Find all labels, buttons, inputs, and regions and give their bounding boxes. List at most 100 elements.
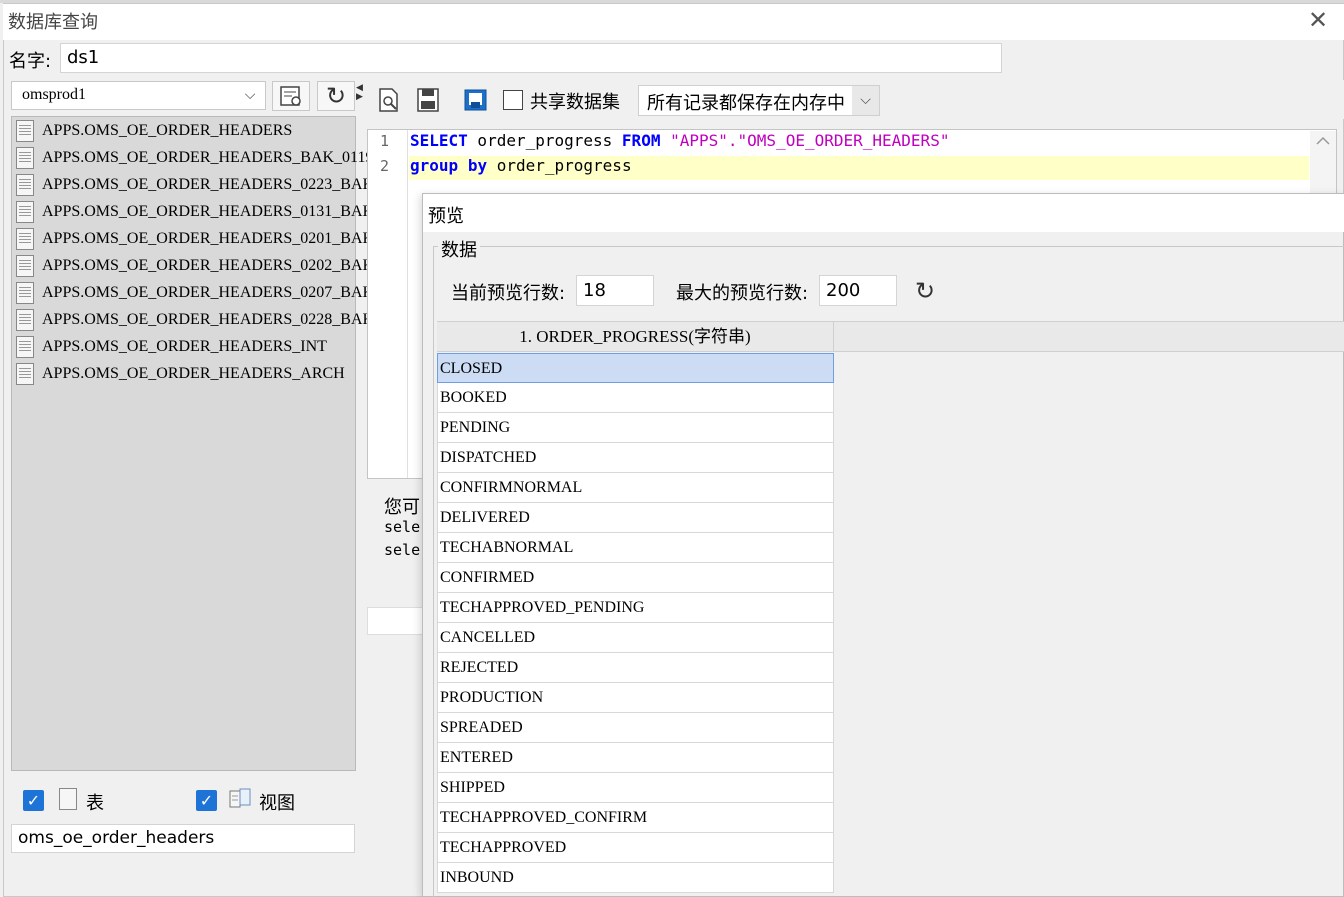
table-list-item[interactable]: APPS.OMS_OE_ORDER_HEADERS_0228_BAK [16, 307, 374, 333]
line-number-gutter [368, 130, 408, 478]
table-name: APPS.OMS_OE_ORDER_HEADERS_0131_BAK [42, 203, 375, 220]
editor-status-bar [367, 607, 427, 635]
table-list-item[interactable]: APPS.OMS_OE_ORDER_HEADERS_0202_BAK [16, 253, 374, 279]
table-search-input[interactable]: oms_oe_order_headers [11, 824, 355, 853]
sql-keyword: by [467, 156, 488, 175]
table-row[interactable]: CONFIRMNORMAL [437, 473, 834, 503]
table-name: APPS.OMS_OE_ORDER_HEADERS_BAK_0119 [42, 149, 374, 166]
table-name: APPS.OMS_OE_ORDER_HEADERS_INT [42, 338, 327, 355]
table-icon [16, 336, 34, 358]
current-rows-input[interactable]: 18 [576, 275, 654, 306]
table-row[interactable]: TECHAPPROVED [437, 833, 834, 863]
sql-keyword: SELECT [410, 131, 468, 150]
share-dataset-checkbox[interactable] [503, 90, 523, 110]
preview-title: 预览 [428, 206, 464, 227]
hint-text: sele [384, 541, 421, 559]
max-rows-input[interactable]: 200 [819, 275, 897, 306]
refresh-icon[interactable]: ↻ [911, 277, 939, 305]
sql-builder-button[interactable] [272, 81, 310, 111]
table-name: APPS.OMS_OE_ORDER_HEADERS_0223_BAK [42, 176, 375, 193]
table-list-item[interactable]: APPS.OMS_OE_ORDER_HEADERS_0223_BAK [16, 172, 374, 198]
table-icon [59, 788, 77, 810]
sql-line-1: SELECT order_progress FROM "APPS"."OMS_O… [410, 131, 949, 150]
name-input[interactable]: ds1 [60, 43, 1002, 73]
memory-mode-select[interactable]: 所有记录都保存在内存中 [638, 85, 880, 116]
data-group-label: 数据 [438, 236, 480, 262]
window-title: 数据库查询 [8, 12, 98, 33]
table-row[interactable]: ENTERED [437, 743, 834, 773]
hint-text: sele [384, 518, 421, 536]
table-row[interactable]: TECHAPPROVED_CONFIRM [437, 803, 834, 833]
parameter-icon[interactable] [463, 86, 489, 114]
line-number: 2 [380, 157, 390, 175]
table-row[interactable]: BOOKED [437, 383, 834, 413]
splitter-arrows-icon[interactable]: ◀ ▶ [356, 84, 364, 102]
view-checkbox[interactable]: ✓ [196, 790, 217, 811]
table-list-item[interactable]: APPS.OMS_OE_ORDER_HEADERS_BAK_0119 [16, 145, 373, 171]
table-row[interactable]: PENDING [437, 413, 834, 443]
sql-string: "APPS" [670, 131, 728, 150]
table-name: APPS.OMS_OE_ORDER_HEADERS_0207_BAK [42, 284, 375, 301]
sql-keyword: group [410, 156, 459, 175]
column-header[interactable]: 1. ORDER_PROGRESS(字符串) [437, 321, 834, 352]
title-bar [3, 4, 1344, 40]
table-icon [16, 255, 34, 277]
view-filter-label: 视图 [259, 793, 295, 814]
sql-line-2: group by order_progress [410, 156, 632, 175]
table-name: APPS.OMS_OE_ORDER_HEADERS_0201_BAK [42, 230, 375, 247]
table-icon [16, 309, 34, 331]
hint-text: 您可 [384, 497, 420, 518]
view-icon [228, 787, 252, 811]
table-name: APPS.OMS_OE_ORDER_HEADERS_0228_BAK [42, 311, 375, 328]
table-row[interactable]: DISPATCHED [437, 443, 834, 473]
table-row[interactable]: TECHAPPROVED_PENDING [437, 593, 834, 623]
refresh-icon[interactable]: ↻ [317, 81, 355, 111]
table-icon [16, 147, 34, 169]
sql-string: "OMS_OE_ORDER_HEADERS" [737, 131, 950, 150]
table-list-item[interactable]: APPS.OMS_OE_ORDER_HEADERS_0207_BAK [16, 280, 374, 306]
sql-builder-icon [280, 86, 301, 106]
table-list-item[interactable]: APPS.OMS_OE_ORDER_HEADERS [16, 118, 292, 144]
preview-title-bar [423, 194, 1344, 232]
table-row[interactable]: REJECTED [437, 653, 834, 683]
table-list-item[interactable]: APPS.OMS_OE_ORDER_HEADERS_0131_BAK [16, 199, 374, 225]
table-row[interactable]: DELIVERED [437, 503, 834, 533]
table-list-item[interactable]: APPS.OMS_OE_ORDER_HEADERS_ARCH [16, 361, 345, 387]
table-name: APPS.OMS_OE_ORDER_HEADERS_0202_BAK [42, 257, 375, 274]
table-icon [16, 201, 34, 223]
name-label: 名字: [9, 51, 52, 72]
table-row[interactable]: TECHABNORMAL [437, 533, 834, 563]
chevron-down-icon[interactable]: ⌵ [236, 82, 264, 109]
table-icon [16, 363, 34, 385]
table-name: APPS.OMS_OE_ORDER_HEADERS [42, 122, 293, 139]
close-button[interactable]: ✕ [1303, 6, 1333, 34]
chevron-down-icon[interactable]: ⌵ [852, 86, 879, 115]
table-list-item[interactable]: APPS.OMS_OE_ORDER_HEADERS_0201_BAK [16, 226, 374, 252]
table-checkbox[interactable]: ✓ [23, 790, 44, 811]
table-row[interactable]: CLOSED [437, 353, 834, 383]
max-rows-label: 最大的预览行数: [676, 283, 809, 304]
table-row[interactable]: PRODUCTION [437, 683, 834, 713]
table-name: APPS.OMS_OE_ORDER_HEADERS_ARCH [42, 365, 345, 382]
table-icon [16, 228, 34, 250]
table-row[interactable]: SPREADED [437, 713, 834, 743]
table-row[interactable]: CONFIRMED [437, 563, 834, 593]
datasource-select[interactable]: omsprod1 [11, 81, 266, 110]
sql-text: . [727, 131, 738, 150]
sql-save-icon[interactable] [415, 86, 441, 114]
share-dataset-label: 共享数据集 [530, 92, 620, 113]
table-row[interactable]: SHIPPED [437, 773, 834, 803]
table-row[interactable]: CANCELLED [437, 623, 834, 653]
line-number: 1 [380, 132, 390, 150]
table-icon [16, 120, 34, 142]
preview-icon[interactable] [376, 86, 402, 114]
table-icon [16, 174, 34, 196]
sql-keyword: FROM [621, 131, 661, 150]
table-row[interactable]: INBOUND [437, 863, 834, 893]
table-icon [16, 282, 34, 304]
table-filter-label: 表 [86, 793, 104, 814]
sql-text: order_progress [487, 156, 632, 175]
table-list-item[interactable]: APPS.OMS_OE_ORDER_HEADERS_INT [16, 334, 327, 360]
